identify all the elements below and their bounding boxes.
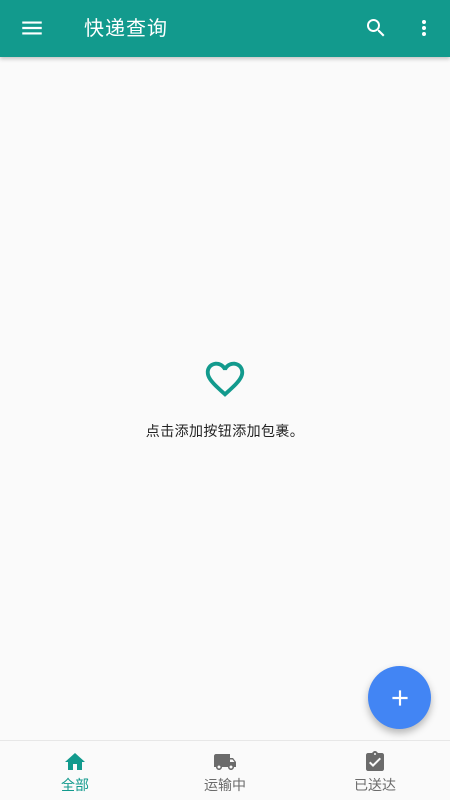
menu-button[interactable]: [10, 8, 54, 48]
empty-message: 点击添加按钮添加包裹。: [145, 424, 305, 440]
empty-state: 点击添加按钮添加包裹。: [0, 356, 450, 442]
nav-item-label: 已送达: [354, 778, 396, 794]
menu-icon: [22, 21, 42, 35]
clipboard-check-icon: [361, 750, 389, 774]
search-button[interactable]: [354, 8, 398, 48]
app-screen: 快递查询 点击添加按钮添加包裹。 全部 运输中 已送达: [0, 0, 450, 800]
nav-item-all[interactable]: 全部: [0, 741, 150, 800]
nav-item-in-transit[interactable]: 运输中: [150, 741, 300, 800]
nav-item-label: 运输中: [204, 778, 246, 794]
bottom-navigation: 全部 运输中 已送达: [0, 740, 450, 800]
more-options-button[interactable]: [404, 8, 444, 48]
truck-icon: [211, 750, 239, 774]
plus-icon: [391, 689, 408, 706]
nav-item-delivered[interactable]: 已送达: [300, 741, 450, 800]
heart-outline-icon: [200, 356, 250, 402]
search-icon: [367, 19, 385, 37]
add-package-button[interactable]: [368, 666, 431, 729]
more-vertical-icon: [422, 20, 426, 36]
nav-item-label: 全部: [61, 778, 89, 794]
page-title: 快递查询: [84, 16, 168, 40]
home-icon: [61, 750, 89, 774]
top-app-bar: 快递查询: [0, 0, 450, 57]
